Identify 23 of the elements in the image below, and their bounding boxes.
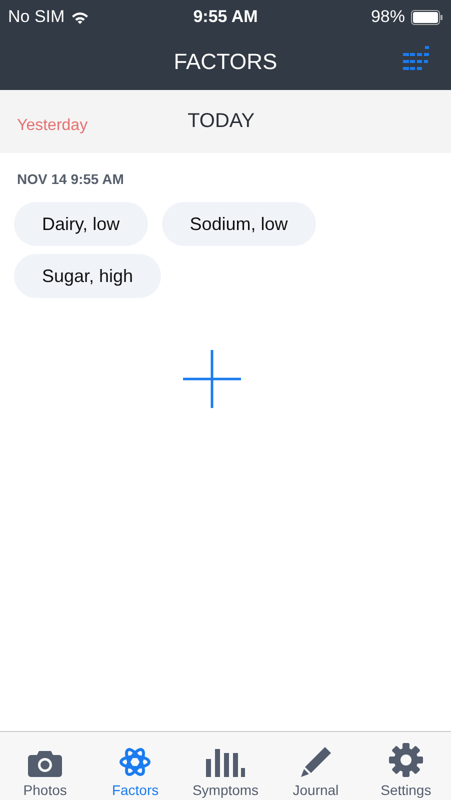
screen-title: FACTORS [174,49,278,75]
tab-bar-item[interactable]: Factors [90,732,180,800]
battery-percent: 98% [370,7,405,27]
wifi-icon [70,10,89,24]
carrier-label: No SIM [8,7,65,27]
pencil-icon [300,747,331,777]
tab-bar-item[interactable]: Journal [270,732,361,800]
bar-chart-icon [206,749,246,777]
factor-chip[interactable]: Sodium, low [162,202,316,246]
factor-chip[interactable]: Sugar, high [14,254,162,298]
grid-icon[interactable] [403,46,429,70]
add-icon[interactable] [182,350,240,408]
battery-icon [411,10,443,24]
gear-icon [388,743,423,777]
factor-chip[interactable]: Dairy, low [14,202,148,246]
tab-bar-item[interactable]: Symptoms [180,732,271,800]
tab-bar-item[interactable]: Photos [0,732,90,800]
camera-icon [28,751,62,777]
day-tab[interactable]: TODAY [188,110,255,133]
atom-icon [119,747,152,777]
tab-bar-item[interactable]: Settings [360,732,451,800]
status-time: 9:55 AM [193,7,258,27]
entry-timestamp: NOV 14 9:55 AM [17,171,125,187]
